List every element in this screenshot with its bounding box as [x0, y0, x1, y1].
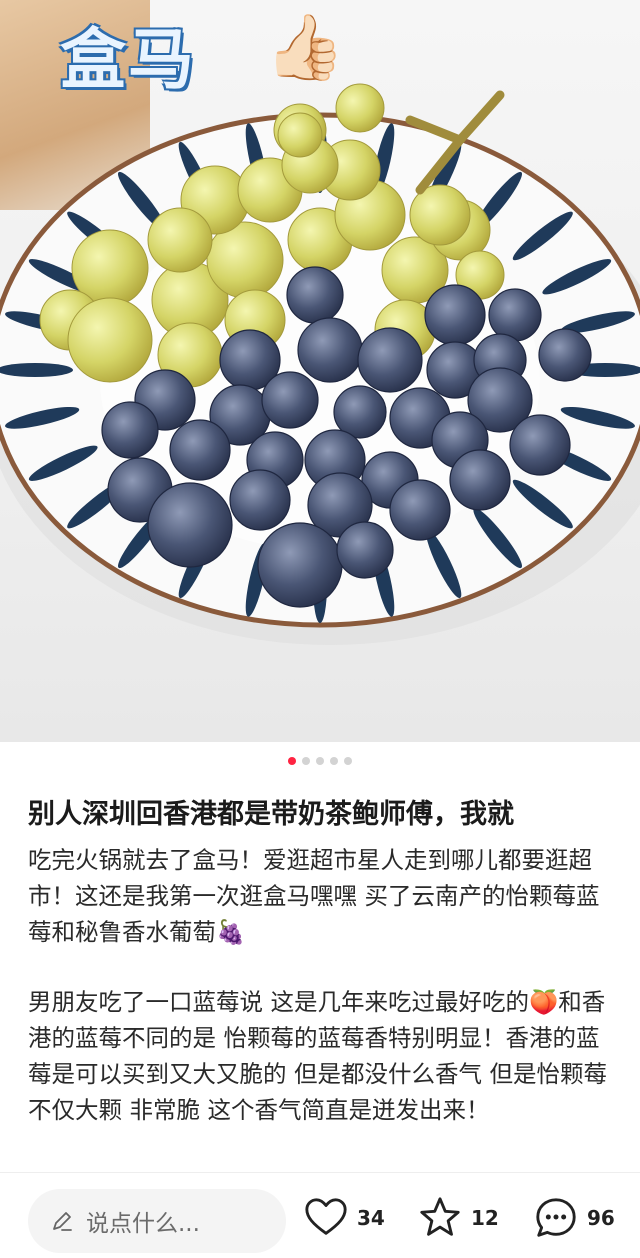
post-paragraph: 男朋友吃了一口蓝莓说 这是几年来吃过最好吃的🍑和香港的蓝莓不同的是 怡颗莓的蓝莓… [28, 988, 607, 1124]
post-title: 别人深圳回香港都是带奶茶鲍师傅，我就 [28, 799, 514, 830]
chat-bubble-icon [536, 1198, 576, 1237]
star-icon [420, 1197, 460, 1236]
like-count: 34 [357, 1206, 385, 1230]
carousel-dot[interactable] [288, 757, 296, 765]
comment-placeholder: 说点什么... [86, 1211, 200, 1237]
thumbs-up-icon: 👍🏻 [265, 11, 345, 85]
comment-count: 96 [587, 1206, 615, 1230]
photo-overlay-title: 盒马 [60, 21, 196, 98]
carousel-indicator[interactable] [0, 757, 640, 765]
favorite-count: 12 [471, 1206, 499, 1230]
comment-button[interactable]: 96 [533, 1195, 615, 1241]
favorite-button[interactable]: 12 [417, 1195, 499, 1241]
like-button[interactable]: 34 [303, 1195, 385, 1241]
carousel-dot[interactable] [330, 757, 338, 765]
carousel-dot[interactable] [344, 757, 352, 765]
heart-icon [305, 1198, 347, 1235]
post-paragraph: 吃完火锅就去了盒马！爱逛超市星人走到哪儿都要逛超市！这还是我第一次逛盒马嘿嘿 买… [28, 846, 600, 946]
pencil-icon [53, 1212, 72, 1231]
carousel-dot[interactable] [302, 757, 310, 765]
bottom-action-bar: 说点什么... 34 12 96 [0, 1172, 640, 1258]
comment-input[interactable]: 说点什么... [28, 1189, 286, 1253]
fruit-bowl-illustration [0, 83, 640, 645]
post-photo[interactable]: 盒马 👍🏻 [0, 0, 640, 742]
carousel-dot[interactable] [316, 757, 324, 765]
